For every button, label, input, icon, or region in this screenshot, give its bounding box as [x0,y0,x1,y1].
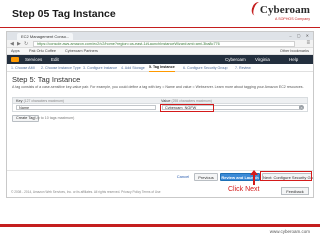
website-url: www.cyberoam.com [269,229,310,234]
address-bar-row: ◀ ▶ ↻ https://console.aws.amazon.com/ec2… [7,40,313,48]
window-controls[interactable]: – ▢ ✕ [289,33,311,38]
cancel-button[interactable]: Cancel [175,173,191,181]
header-divider [0,27,320,28]
bookmark-apps[interactable]: Apps [11,48,20,55]
wizard-step[interactable]: 4. Add Storage [121,64,145,72]
tag-table-header: Key (127 characters maximum) Value (255 … [12,97,308,104]
reload-icon[interactable]: ↻ [24,41,28,47]
next-highlight-box [260,171,312,181]
url-input[interactable]: https://console.aws.amazon.com/ec2/v2/ho… [33,41,295,47]
previous-button[interactable]: Previous [194,173,218,181]
logo-text: Cyberoam [259,4,310,16]
account-menu[interactable]: Cyberoam [225,55,246,64]
bookmarks-bar: Apps Pak Orlu Coffee Cyberoam Partners O… [7,48,313,55]
other-bookmarks[interactable]: Other bookmarks [280,48,309,55]
wizard-step[interactable]: 3. Configure Instance [83,64,117,72]
key-header-label: Key [16,99,23,103]
bookmark-item[interactable]: Cyberoam Partners [65,48,98,55]
slide-title: Step 05 Tag Instance [12,8,116,20]
tag-description: A tag consists of a case-sensitive key-v… [12,85,304,89]
region-menu[interactable]: Virginia [255,55,270,64]
page-title: Step 5: Tag Instance [12,75,81,84]
tag-key-input[interactable]: Name [16,105,156,110]
edit-menu[interactable]: Edit [51,55,59,64]
legal-footer: © 2008 - 2014, Amazon Web Services, Inc.… [11,190,161,194]
feedback-button[interactable]: Feedback [281,187,309,195]
help-menu[interactable]: Help [289,55,298,64]
value-header-label: Value [161,99,171,103]
back-icon[interactable]: ◀ [10,41,14,47]
wizard-step[interactable]: 1. Choose AMI [11,64,35,72]
value-highlight-box [160,104,214,112]
wizard-step[interactable]: 2. Choose Instance Type [41,64,81,72]
wizard-step[interactable]: 6. Configure Security Group [183,64,228,72]
footer-band [0,224,320,227]
browser-tab-bar: EC2 Management Conso... – ▢ ✕ [7,32,313,40]
tag-limit-note: (Up to 10 tags maximum) [34,116,75,120]
browser-tab[interactable]: EC2 Management Conso... [17,33,73,40]
forward-icon[interactable]: ▶ [17,41,21,47]
browser-menu-icon[interactable]: ≡ [306,40,310,46]
wizard-step-active[interactable]: 5. Tag Instance [149,64,175,72]
logo-tagline: A SOPHOS Company [275,17,310,21]
value-header-hint: (255 characters maximum) [171,99,212,103]
services-menu[interactable]: Services [25,55,42,64]
arrow-up-icon [250,170,258,185]
aws-header: Services Edit Cyberoam Virginia Help [7,55,313,64]
remove-tag-icon[interactable]: × [299,105,304,110]
table-row: Name Cyberoam_NGFW × [12,104,308,112]
aws-cube-icon[interactable] [11,57,19,62]
wizard-step[interactable]: 7. Review [235,64,251,72]
click-next-callout: Click Next [228,186,260,193]
bookmark-item[interactable]: Pak Orlu Coffee [29,48,56,55]
wizard-content: Step 5: Tag Instance A tag consists of a… [7,72,313,172]
key-header-hint: (127 characters maximum) [23,99,64,103]
wizard-steps: 1. Choose AMI 2. Choose Instance Type 3.… [7,64,313,72]
cyberoam-logo: Cyberoam A SOPHOS Company [249,0,310,26]
